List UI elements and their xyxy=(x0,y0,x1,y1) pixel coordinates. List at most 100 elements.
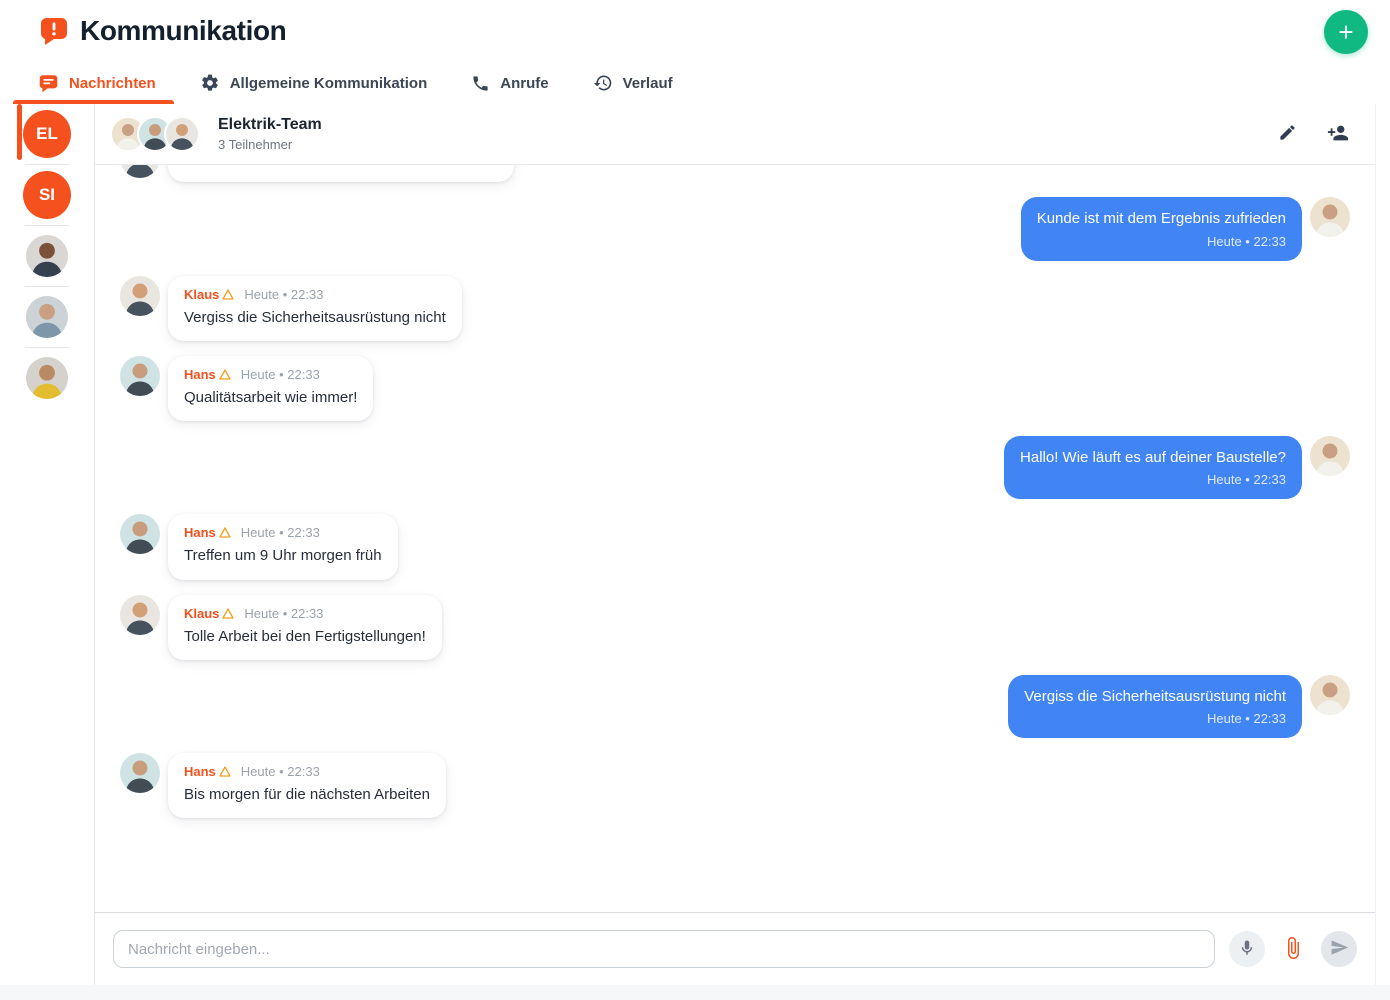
message-avatar xyxy=(120,276,160,316)
message-sender: Klaus xyxy=(184,606,219,621)
conversation-list: EL SI xyxy=(0,104,94,985)
message-bubble: Vergiss die Sicherheitsausrüstung nicht H… xyxy=(1008,675,1302,738)
phone-icon xyxy=(471,74,490,93)
conversation-avatar: EL xyxy=(23,110,71,158)
sidebar-divider xyxy=(25,225,69,226)
message-time: Heute • 22:33 xyxy=(1020,472,1286,487)
conversation-item[interactable] xyxy=(0,289,94,345)
person-silhouette xyxy=(120,165,160,178)
message-input[interactable] xyxy=(113,930,1215,968)
warning-triangle-icon xyxy=(219,369,231,380)
message-text: Kannst du mir die aktualisierten Pläne s… xyxy=(184,165,498,169)
tab-anrufe[interactable]: Anrufe xyxy=(471,62,548,104)
message-bubble: HansHeute • 22:33Treffen um 9 Uhr morgen… xyxy=(168,514,398,579)
gear-icon xyxy=(200,73,220,93)
history-icon xyxy=(593,73,613,93)
tab-label: Anrufe xyxy=(500,75,548,92)
conversation-item[interactable] xyxy=(0,228,94,284)
message-bubble: KlausHeute • 22:33Vergiss die Sicherheit… xyxy=(168,276,462,341)
person-add-icon xyxy=(1327,122,1349,147)
main-area: EL SI Elektrik-Team 3 Teilnehmer xyxy=(0,104,1390,985)
message-row: KlausHeute • 22:33Tolle Arbeit bei den F… xyxy=(120,595,1350,660)
tab-label: Nachrichten xyxy=(69,75,156,92)
warning-triangle-icon xyxy=(219,527,231,538)
conversation-item[interactable] xyxy=(0,350,94,406)
tab-bar: Nachrichten Allgemeine Kommunikation Anr… xyxy=(0,62,1390,104)
message-list[interactable]: Kannst du mir die aktualisierten Pläne s… xyxy=(95,165,1375,912)
message-time: Heute • 22:33 xyxy=(241,525,320,540)
attach-file-button[interactable] xyxy=(1275,931,1311,967)
message-time: Heute • 22:33 xyxy=(244,606,323,621)
communication-page: Kommunikation + Nachrichten Allgemeine K… xyxy=(0,0,1390,985)
message-text: Vergiss die Sicherheitsausrüstung nicht xyxy=(1024,687,1286,707)
microphone-icon xyxy=(1238,939,1256,960)
message-row: Kunde ist mit dem Ergebnis zufriedenHeut… xyxy=(120,197,1350,260)
message-bubble: Kannst du mir die aktualisierten Pläne s… xyxy=(168,165,514,182)
sidebar-divider xyxy=(25,164,69,165)
message-sender: Klaus xyxy=(184,287,219,302)
message-avatar xyxy=(120,753,160,793)
message-text: Vergiss die Sicherheitsausrüstung nicht xyxy=(184,308,446,328)
chat-titles: Elektrik-Team 3 Teilnehmer xyxy=(218,116,1276,152)
message-time: Heute • 22:33 xyxy=(1024,711,1286,726)
send-message-button[interactable] xyxy=(1321,931,1357,967)
chat-panel: Elektrik-Team 3 Teilnehmer xyxy=(94,104,1376,985)
paperclip-icon xyxy=(1281,936,1305,963)
message-row: HansHeute • 22:33Treffen um 9 Uhr morgen… xyxy=(120,514,1350,579)
message-row: HansHeute • 22:33 Qualitätsarbeit wie imm… xyxy=(120,356,1350,421)
add-participant-button[interactable] xyxy=(1325,120,1351,149)
page-header: Kommunikation + xyxy=(0,0,1390,62)
person-silhouette xyxy=(120,356,160,396)
person-silhouette xyxy=(26,235,68,277)
person-silhouette xyxy=(120,514,160,554)
message-sender: Hans xyxy=(184,764,216,779)
person-silhouette xyxy=(1310,436,1350,476)
sidebar-divider xyxy=(25,286,69,287)
message-text: Qualitätsarbeit wie immer! xyxy=(184,388,357,408)
voice-record-button[interactable] xyxy=(1229,931,1265,967)
person-silhouette xyxy=(120,595,160,635)
warning-triangle-icon xyxy=(219,766,231,777)
message-time: Heute • 22:33 xyxy=(241,764,320,779)
tab-nachrichten[interactable]: Nachrichten xyxy=(38,62,156,104)
message-avatar xyxy=(120,165,160,178)
message-avatar xyxy=(120,514,160,554)
message-row: KlausHeute • 22:33Vergiss die Sicherheit… xyxy=(120,276,1350,341)
message-text: Hallo! Wie läuft es auf deiner Baustelle… xyxy=(1020,448,1286,468)
person-silhouette xyxy=(26,296,68,338)
tab-label: Allgemeine Kommunikation xyxy=(230,75,428,92)
person-silhouette xyxy=(26,357,68,399)
message-meta: Hans Heute • 22:33 xyxy=(184,764,430,779)
conversation-avatar: SI xyxy=(23,171,71,219)
conversation-item-el[interactable]: EL xyxy=(0,106,94,162)
conversation-item-si[interactable]: SI xyxy=(0,167,94,223)
message-text: Bis morgen für die nächsten Arbeiten xyxy=(184,785,430,805)
warning-triangle-icon xyxy=(222,289,234,300)
message-bubble: HansHeute • 22:33 Qualitätsarbeit wie imm… xyxy=(168,356,373,421)
message-time: Heute • 22:33 xyxy=(1037,234,1286,249)
chat-icon xyxy=(38,73,59,94)
new-conversation-button[interactable]: + xyxy=(1324,10,1368,54)
message-meta: Klaus Heute • 22:33 xyxy=(184,606,426,621)
person-silhouette xyxy=(120,276,160,316)
person-silhouette xyxy=(1310,197,1350,237)
message-avatar xyxy=(1310,436,1350,476)
composer xyxy=(95,912,1375,985)
pencil-icon xyxy=(1278,123,1297,145)
tab-label: Verlauf xyxy=(623,75,673,92)
message-meta: Hans Heute • 22:33 xyxy=(184,525,382,540)
chat-actions xyxy=(1276,120,1351,149)
conversation-avatar xyxy=(26,235,68,277)
page-title: Kommunikation xyxy=(80,15,286,47)
message-row: Hans Heute • 22:33 Bis morgen für die näch… xyxy=(120,753,1350,818)
edit-chat-button[interactable] xyxy=(1276,121,1299,147)
message-sender: Hans xyxy=(184,525,216,540)
warning-triangle-icon xyxy=(222,608,234,619)
chat-title: Elektrik-Team xyxy=(218,116,1276,134)
person-silhouette xyxy=(166,118,198,150)
tab-verlauf[interactable]: Verlauf xyxy=(593,62,673,104)
tab-allgemeine-kommunikation[interactable]: Allgemeine Kommunikation xyxy=(200,62,428,104)
message-meta: HansHeute • 22:33 xyxy=(184,367,357,382)
message-avatar xyxy=(1310,197,1350,237)
message-row: Vergiss die Sicherheitsausrüstung nicht H… xyxy=(120,675,1350,738)
